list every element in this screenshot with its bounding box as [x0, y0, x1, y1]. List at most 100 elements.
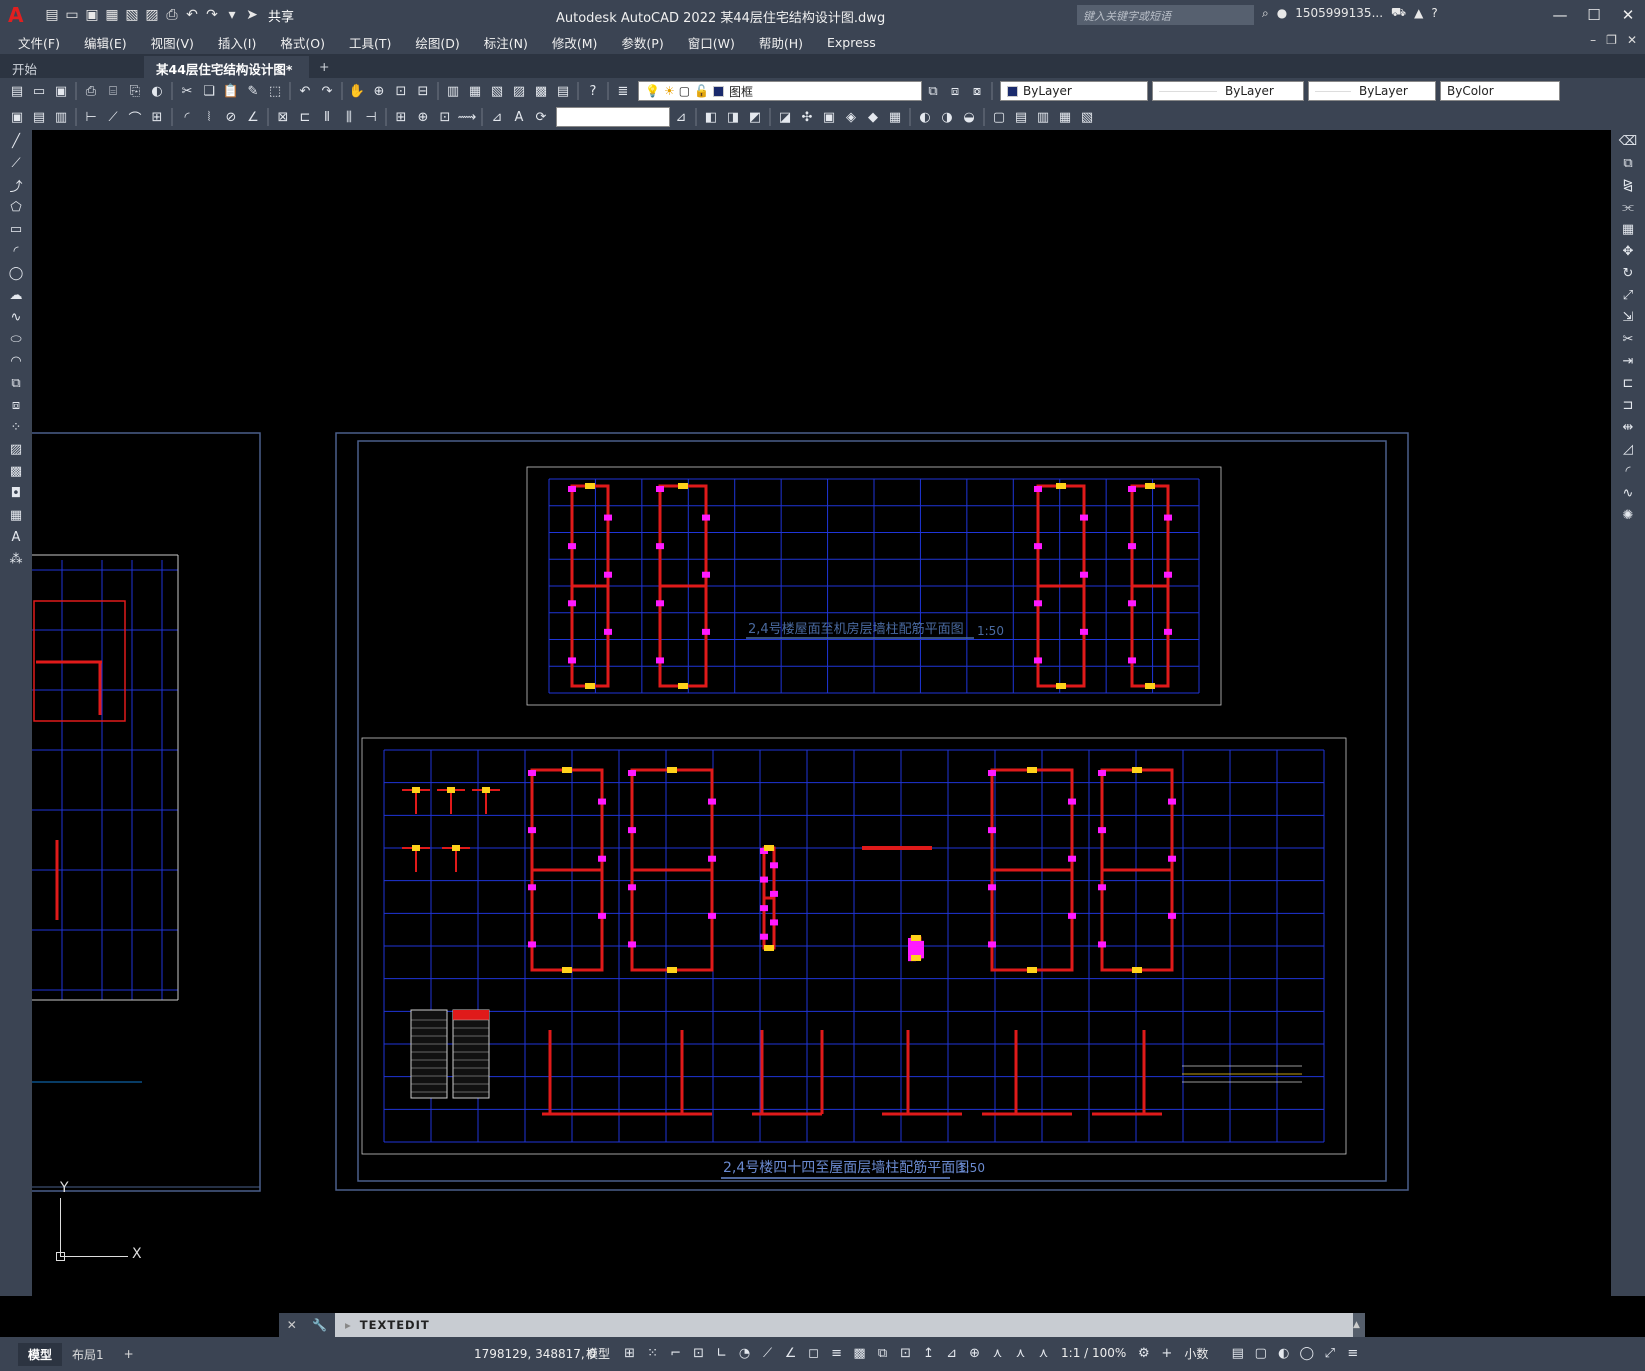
- auto-scale-icon[interactable]: ⋏: [1009, 1343, 1032, 1363]
- tool-a-icon[interactable]: ◧: [700, 107, 722, 127]
- object-snap-tracking-icon[interactable]: ∠: [779, 1343, 802, 1363]
- plot-preview-icon[interactable]: ⌸: [102, 81, 124, 101]
- save-icon[interactable]: ▣: [82, 5, 102, 25]
- tool-palettes-icon[interactable]: ▧: [486, 81, 508, 101]
- tab-document[interactable]: 某44层住宅结构设计图* ✕: [144, 56, 309, 93]
- qnew-icon[interactable]: ▤: [6, 81, 28, 101]
- tool-o-icon[interactable]: ▥: [1032, 107, 1054, 127]
- menu-item-6[interactable]: 绘图(D): [415, 33, 459, 52]
- tool-g-icon[interactable]: ◈: [840, 107, 862, 127]
- isolate-objects-icon[interactable]: ◐: [1272, 1343, 1295, 1363]
- make-block-icon[interactable]: ⧈: [0, 394, 32, 416]
- tool-p-icon[interactable]: ▦: [1054, 107, 1076, 127]
- offset-icon[interactable]: ⫘: [1611, 196, 1645, 218]
- tool-f-icon[interactable]: ▣: [818, 107, 840, 127]
- move-icon[interactable]: ✥: [1611, 240, 1645, 262]
- markup-icon[interactable]: ▩: [530, 81, 552, 101]
- new-tab-button[interactable]: +: [311, 56, 337, 78]
- copy-icon[interactable]: ❏: [198, 81, 220, 101]
- aligned-dimension-icon[interactable]: ⟋: [102, 107, 124, 127]
- tool-b-icon[interactable]: ◨: [722, 107, 744, 127]
- dimension-edit-icon[interactable]: ⊿: [486, 107, 508, 127]
- angular-dimension-icon[interactable]: ∠: [242, 107, 264, 127]
- dimension-break-icon[interactable]: ⊣: [360, 107, 382, 127]
- explode-icon[interactable]: ✺: [1611, 504, 1645, 526]
- cart-icon[interactable]: ⛟: [1391, 5, 1406, 21]
- quickcalc-icon[interactable]: ▤: [552, 81, 574, 101]
- annotation-visibility-icon[interactable]: ⋏: [986, 1343, 1009, 1363]
- print-icon[interactable]: ⎙: [162, 5, 182, 25]
- transparency-icon[interactable]: ▩: [848, 1343, 871, 1363]
- zoom-realtime-icon[interactable]: ⊕: [368, 81, 390, 101]
- close-icon[interactable]: ✕: [1611, 0, 1645, 30]
- dynamic-input-icon[interactable]: ⊡: [687, 1343, 710, 1363]
- properties-icon[interactable]: ▥: [442, 81, 464, 101]
- jogged-linear-icon[interactable]: ⟿: [456, 107, 478, 127]
- layer-properties-icon[interactable]: ≣: [612, 81, 634, 101]
- gradient-icon[interactable]: ▩: [0, 460, 32, 482]
- fillet-icon[interactable]: ◜: [1611, 460, 1645, 482]
- layer-previous-icon[interactable]: ⧈: [944, 81, 966, 101]
- chamfer-icon[interactable]: ◿: [1611, 438, 1645, 460]
- match-properties-icon[interactable]: ✎: [242, 81, 264, 101]
- user-icon[interactable]: ●: [1277, 6, 1287, 20]
- new-file-icon[interactable]: ▤: [42, 5, 62, 25]
- blend-curves-icon[interactable]: ∿: [1611, 482, 1645, 504]
- command-close-icon[interactable]: ✕: [287, 1318, 297, 1332]
- plot-icon[interactable]: ⎙: [80, 81, 102, 101]
- publish-icon[interactable]: ⎘: [124, 81, 146, 101]
- export-icon[interactable]: ▨: [142, 5, 162, 25]
- share-icon[interactable]: ➤: [242, 5, 262, 25]
- menu-item-2[interactable]: 视图(V): [151, 33, 194, 52]
- coordinate-readout[interactable]: 1798129, 348817, 0: [474, 1347, 596, 1361]
- menu-item-9[interactable]: 参数(P): [621, 33, 663, 52]
- drawing-canvas[interactable]: 2,4号楼屋面至机房层墙柱配筋平面图 1:50 2,4号楼四十四至屋面层墙柱配筋平面…: [32, 130, 1611, 1296]
- dimension-style-dropdown[interactable]: [556, 107, 670, 127]
- rotate-icon[interactable]: ↻: [1611, 262, 1645, 284]
- menu-item-1[interactable]: 编辑(E): [84, 33, 127, 52]
- dimension-style-icon[interactable]: ⊿: [670, 107, 692, 127]
- search-input[interactable]: 键入关键字或短语: [1077, 5, 1254, 25]
- design-web-icon[interactable]: ◐: [146, 81, 168, 101]
- plotstyle-dropdown[interactable]: ByColor: [1440, 81, 1560, 101]
- erase-icon[interactable]: ⌫: [1611, 130, 1645, 152]
- polar-icon[interactable]: ◔: [733, 1343, 756, 1363]
- insert-block-icon[interactable]: ⧉: [0, 372, 32, 394]
- table-icon[interactable]: ▦: [0, 504, 32, 526]
- doc-minimize-icon[interactable]: –: [1590, 33, 1596, 47]
- menu-item-7[interactable]: 标注(N): [484, 33, 528, 52]
- undo-icon[interactable]: ↶: [182, 5, 202, 25]
- layer-dropdown[interactable]: 💡 ☀ ▢ 🔓 图框: [638, 81, 922, 101]
- linetype-dropdown[interactable]: ByLayer: [1152, 81, 1304, 101]
- model-space-button[interactable]: 模型: [586, 1345, 610, 1362]
- block-editor-icon[interactable]: ⬚: [264, 81, 286, 101]
- tool-l-icon[interactable]: ◒: [958, 107, 980, 127]
- command-history-icon[interactable]: ▲: [1353, 1320, 1365, 1330]
- customize-qat-icon[interactable]: ▾: [222, 5, 242, 25]
- object-snap-icon[interactable]: ◻: [802, 1343, 825, 1363]
- save-as-icon[interactable]: ▦: [102, 5, 122, 25]
- tool-m-icon[interactable]: ▢: [988, 107, 1010, 127]
- array-icon[interactable]: ▦: [1611, 218, 1645, 240]
- annotation-scale-icon[interactable]: ⋏: [1032, 1343, 1055, 1363]
- doc-close-icon[interactable]: ✕: [1627, 33, 1637, 47]
- trim-icon[interactable]: ✂: [1611, 328, 1645, 350]
- maximize-icon[interactable]: ☐: [1577, 0, 1611, 30]
- rectangle-icon[interactable]: ▭: [0, 218, 32, 240]
- menu-item-12[interactable]: Express: [827, 35, 876, 50]
- dimension-update-icon[interactable]: ⟳: [530, 107, 552, 127]
- tolerance-icon[interactable]: ⊞: [390, 107, 412, 127]
- linear-dimension-icon[interactable]: ⊢: [80, 107, 102, 127]
- annotation-scale-value[interactable]: 1:1 / 100%: [1061, 1346, 1126, 1360]
- polygon-icon[interactable]: ⬠: [0, 196, 32, 218]
- layer-state-icon[interactable]: ⧇: [966, 81, 988, 101]
- ordinate-dimension-icon[interactable]: ⊞: [146, 107, 168, 127]
- infer-icon[interactable]: ⌐: [664, 1343, 687, 1363]
- tool-q-icon[interactable]: ▧: [1076, 107, 1098, 127]
- gizmo-icon[interactable]: ⊕: [963, 1343, 986, 1363]
- arc-icon[interactable]: ◜: [0, 240, 32, 262]
- tool-h-icon[interactable]: ◆: [862, 107, 884, 127]
- units-value[interactable]: 小数: [1184, 1345, 1208, 1362]
- tool-d-icon[interactable]: ◪: [774, 107, 796, 127]
- redo-icon[interactable]: ↷: [202, 5, 222, 25]
